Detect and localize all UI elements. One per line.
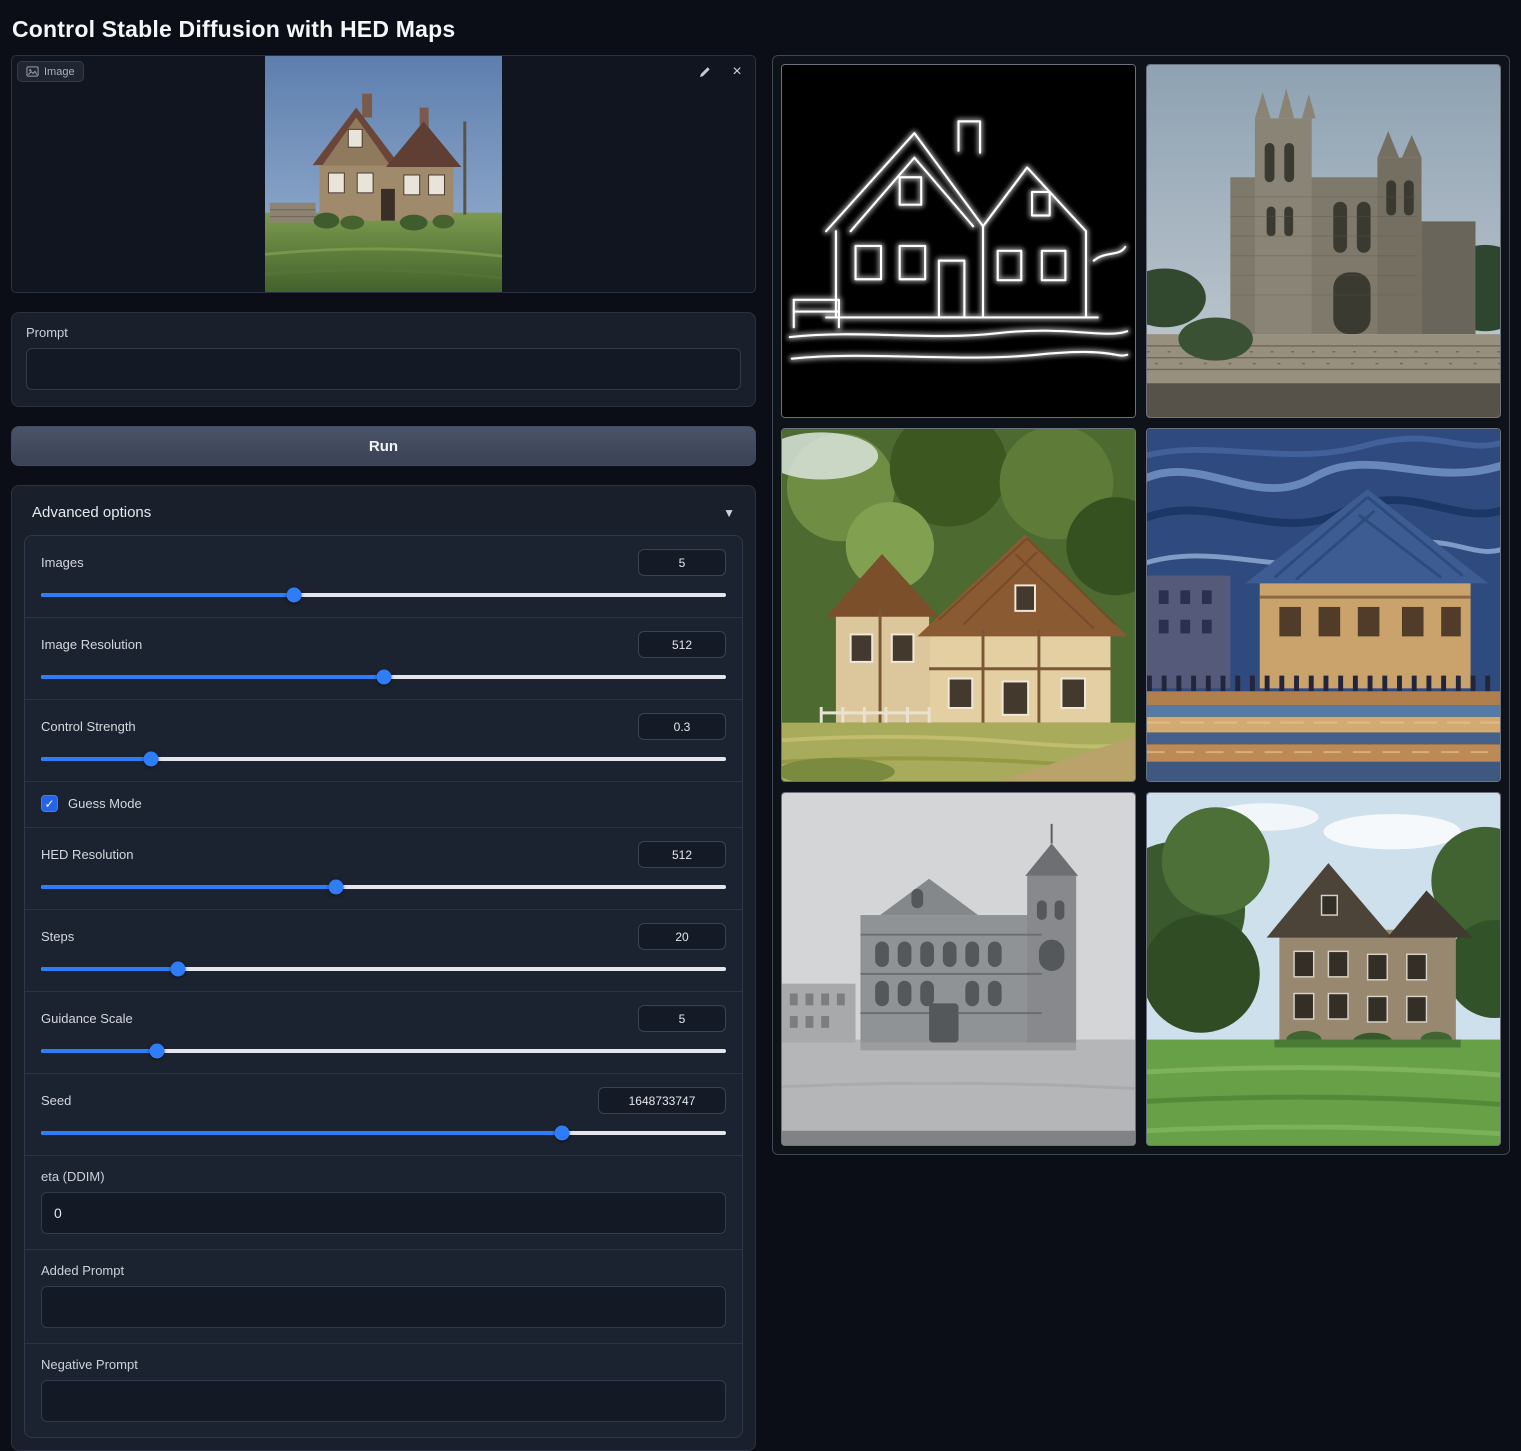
control-strength-row: Control Strength [25, 699, 742, 781]
close-icon: × [732, 64, 741, 80]
run-button[interactable]: Run [11, 426, 756, 466]
slider-handle[interactable] [328, 880, 343, 895]
advanced-options-panel: Advanced options ▼ Images [11, 485, 756, 1451]
gallery-item-painted-cottage[interactable] [781, 428, 1136, 782]
page-title: Control Stable Diffusion with HED Maps [0, 0, 1521, 55]
country-house-image [1147, 793, 1500, 1145]
hed-resolution-slider[interactable] [41, 879, 726, 894]
slider-handle[interactable] [376, 670, 391, 685]
gallery-item-stylized-painting[interactable] [1146, 428, 1501, 782]
images-row: Images [25, 536, 742, 617]
prompt-label: Prompt [26, 325, 741, 340]
steps-label: Steps [41, 929, 74, 944]
gallery-item-stone-castle[interactable] [1146, 64, 1501, 418]
stone-castle-image [1147, 65, 1500, 417]
steps-row: Steps [25, 909, 742, 991]
grayscale-building-image [782, 793, 1135, 1145]
prompt-input[interactable] [26, 348, 741, 390]
slider-handle[interactable] [143, 752, 158, 767]
negative-prompt-label: Negative Prompt [41, 1357, 726, 1372]
slider-fill [41, 675, 384, 679]
added-prompt-input[interactable] [41, 1286, 726, 1328]
guidance-scale-label: Guidance Scale [41, 1011, 133, 1026]
hed-resolution-label: HED Resolution [41, 847, 134, 862]
image-resolution-row: Image Resolution [25, 617, 742, 699]
slider-handle[interactable] [150, 1044, 165, 1059]
eta-label: eta (DDIM) [41, 1169, 726, 1184]
negative-prompt-input[interactable] [41, 1380, 726, 1422]
seed-slider[interactable] [41, 1125, 726, 1140]
images-slider[interactable] [41, 587, 726, 602]
seed-value-input[interactable] [598, 1087, 726, 1114]
results-column [772, 55, 1510, 1155]
hed-resolution-value-input[interactable] [638, 841, 726, 868]
guess-mode-label: Guess Mode [68, 796, 142, 811]
control-strength-value-input[interactable] [638, 713, 726, 740]
negative-prompt-row: Negative Prompt [25, 1343, 742, 1437]
output-gallery [772, 55, 1510, 1155]
slider-fill [41, 593, 294, 597]
gallery-item-hed-edge-map[interactable] [781, 64, 1136, 418]
added-prompt-row: Added Prompt [25, 1249, 742, 1343]
image-resolution-value-input[interactable] [638, 631, 726, 658]
input-image-panel: Image × [11, 55, 756, 293]
guidance-scale-slider[interactable] [41, 1043, 726, 1058]
hed-edge-map-image [782, 65, 1135, 417]
image-resolution-slider[interactable] [41, 669, 726, 684]
slider-handle[interactable] [287, 588, 302, 603]
gallery-item-country-house[interactable] [1146, 792, 1501, 1146]
image-icon [26, 65, 39, 78]
seed-label: Seed [41, 1093, 71, 1108]
steps-value-input[interactable] [638, 923, 726, 950]
stone-house-photo [265, 56, 503, 292]
slider-fill [41, 1049, 157, 1053]
gallery-item-grayscale-building[interactable] [781, 792, 1136, 1146]
prompt-panel: Prompt [11, 312, 756, 407]
main-layout: Image × [0, 55, 1521, 1451]
steps-slider[interactable] [41, 961, 726, 976]
image-component-label-text: Image [44, 66, 75, 78]
slider-fill [41, 967, 178, 971]
image-resolution-label: Image Resolution [41, 637, 142, 652]
guidance-scale-value-input[interactable] [638, 1005, 726, 1032]
pencil-icon [698, 65, 712, 79]
triangle-down-icon: ▼ [723, 506, 735, 520]
guess-mode-row: ✓ Guess Mode [25, 781, 742, 827]
clear-image-button[interactable]: × [727, 62, 747, 82]
image-component-label: Image [17, 61, 84, 82]
check-icon: ✓ [44, 798, 54, 810]
edit-image-button[interactable] [695, 62, 715, 82]
slider-fill [41, 757, 151, 761]
control-strength-slider[interactable] [41, 751, 726, 766]
eta-input[interactable] [41, 1192, 726, 1234]
hed-resolution-row: HED Resolution [25, 827, 742, 909]
painted-cottage-image [782, 429, 1135, 781]
slider-handle[interactable] [171, 962, 186, 977]
images-value-input[interactable] [638, 549, 726, 576]
slider-handle[interactable] [554, 1126, 569, 1141]
controls-column: Image × [11, 55, 756, 1451]
control-strength-label: Control Strength [41, 719, 136, 734]
uploaded-image[interactable] [12, 56, 755, 292]
guess-mode-checkbox[interactable]: ✓ [41, 795, 58, 812]
seed-row: Seed [25, 1073, 742, 1155]
eta-row: eta (DDIM) [25, 1155, 742, 1249]
advanced-options-header[interactable]: Advanced options ▼ [24, 498, 743, 535]
slider-fill [41, 885, 336, 889]
advanced-options-title: Advanced options [32, 504, 151, 521]
image-actions: × [695, 62, 747, 82]
guidance-scale-row: Guidance Scale [25, 991, 742, 1073]
images-label: Images [41, 555, 84, 570]
added-prompt-label: Added Prompt [41, 1263, 726, 1278]
advanced-options-form: Images Image Resolution [24, 535, 743, 1438]
stylized-painting-image [1147, 429, 1500, 781]
slider-fill [41, 1131, 562, 1135]
